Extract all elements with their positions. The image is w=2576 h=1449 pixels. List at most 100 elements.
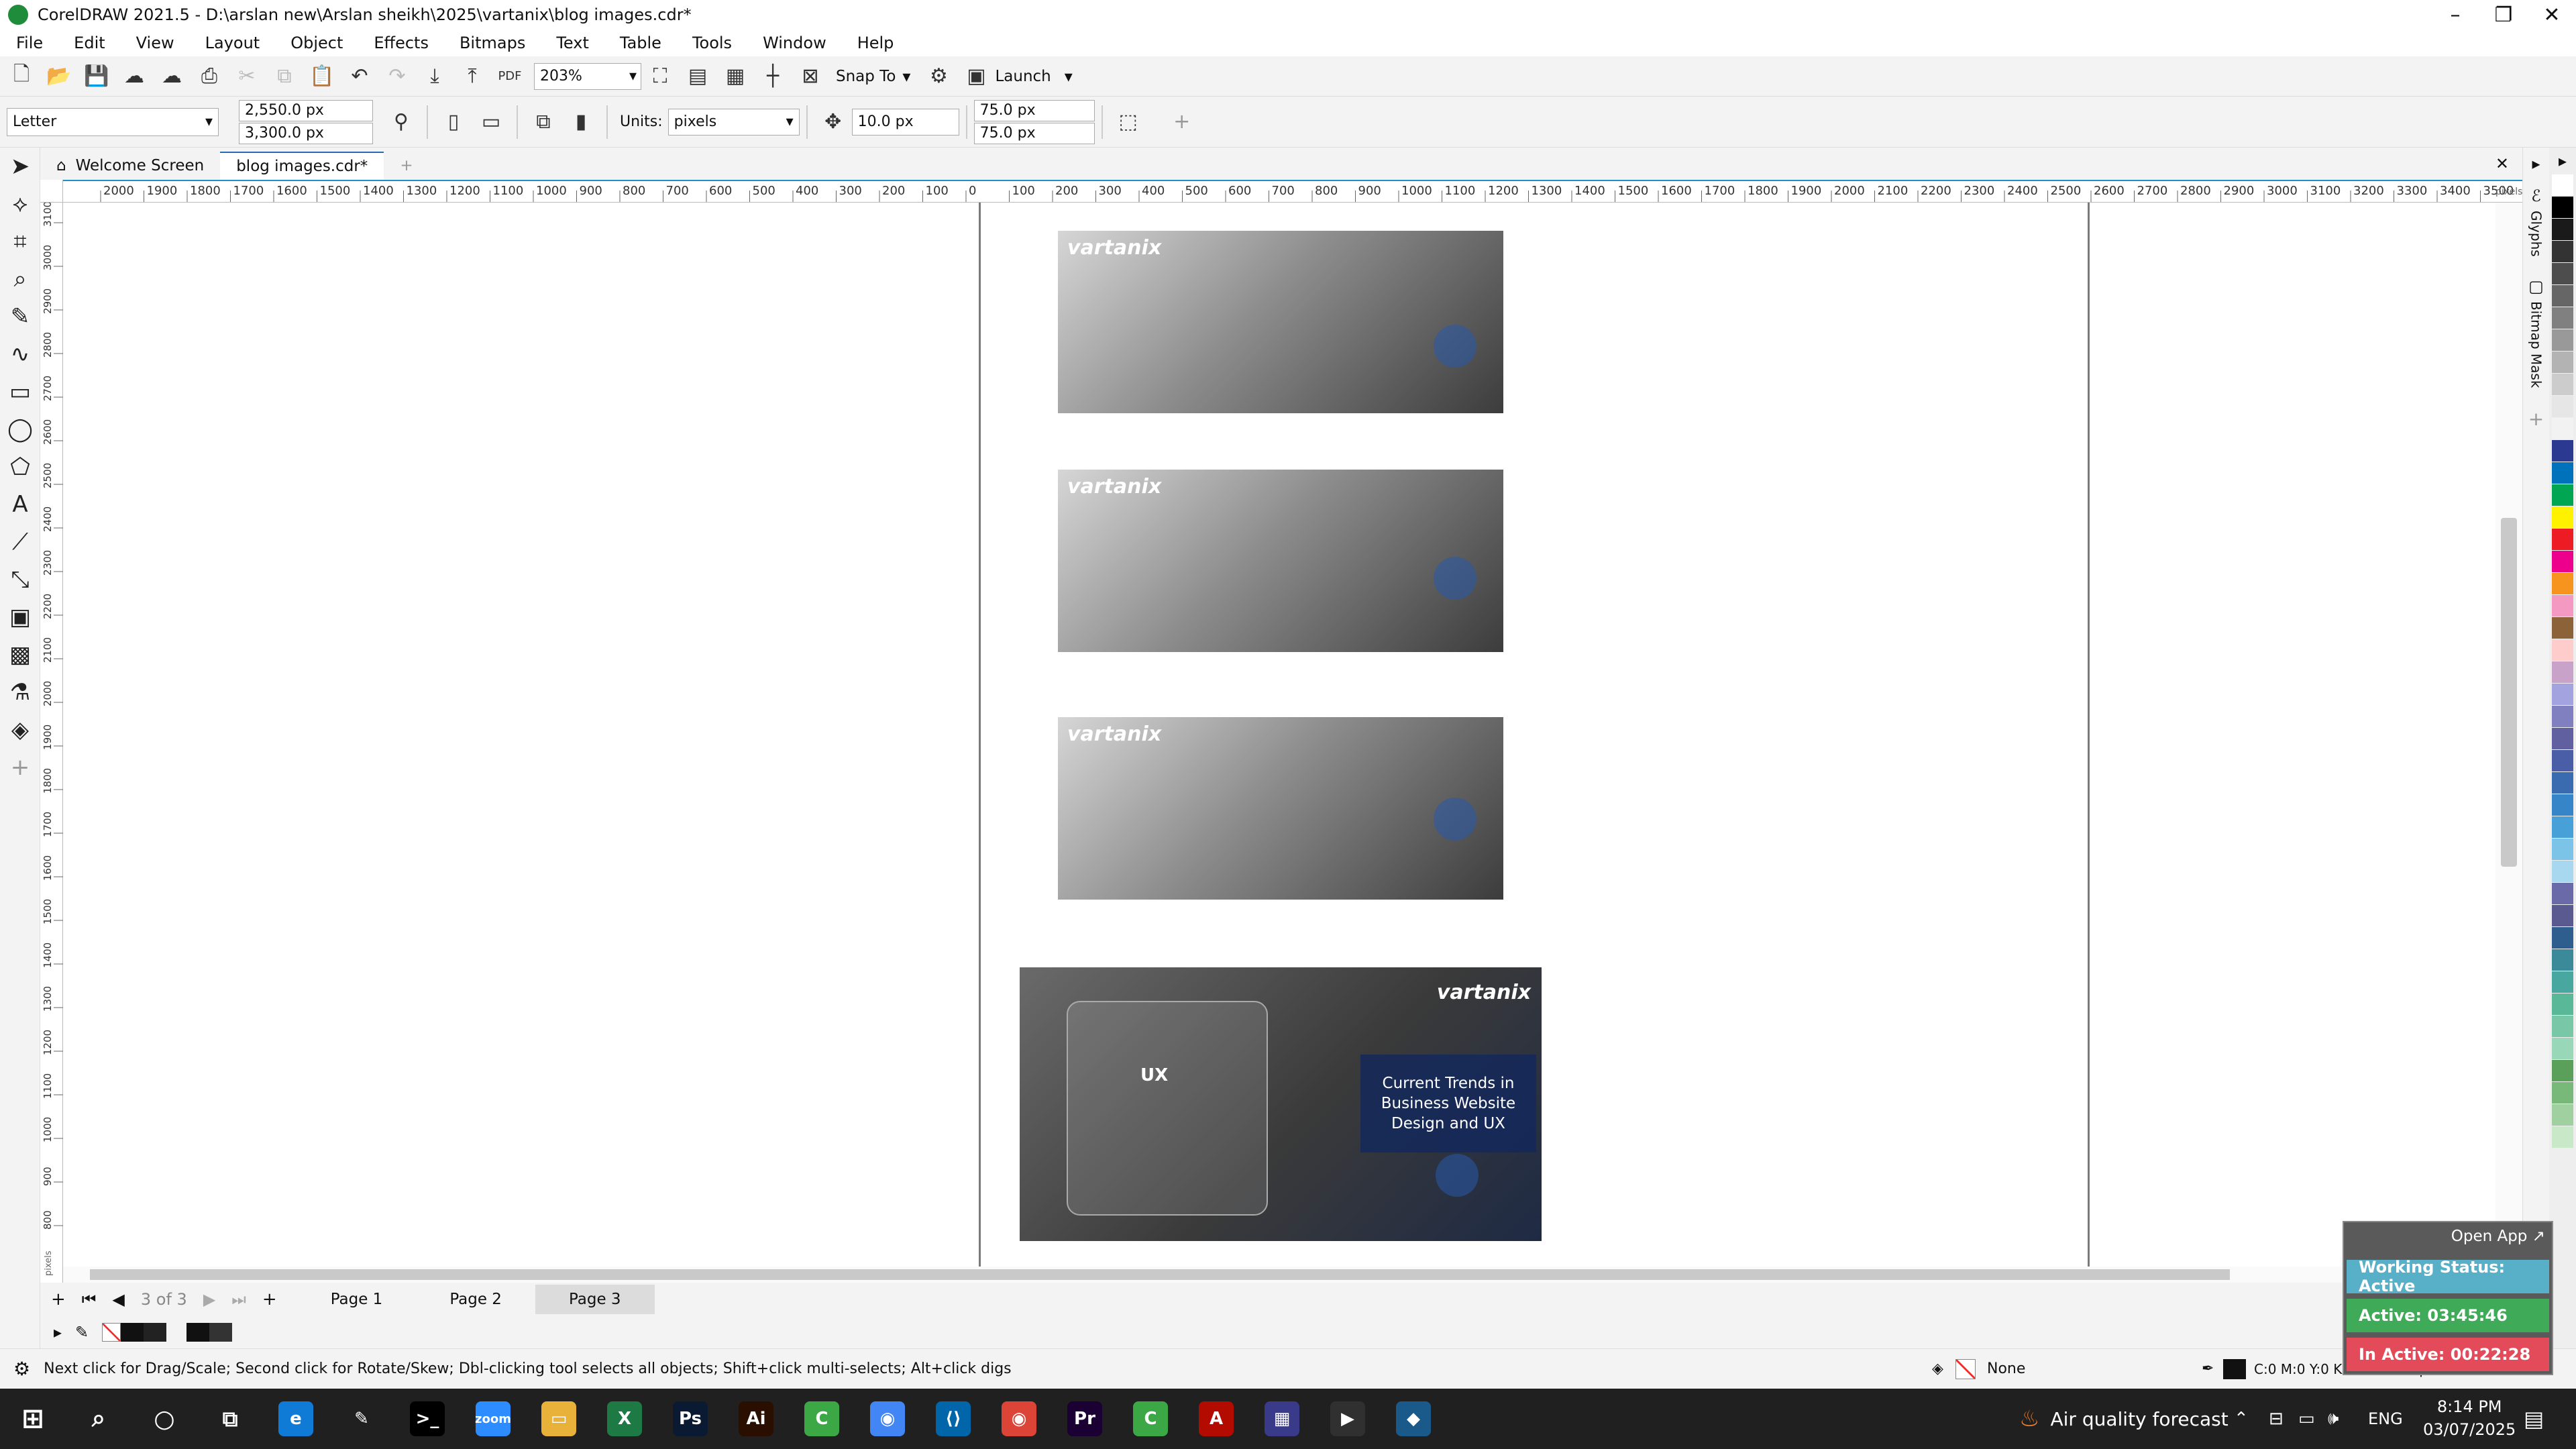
close-icon[interactable]: ✕ — [2528, 0, 2576, 30]
polygon-tool-icon[interactable]: ⬠ — [0, 448, 40, 486]
tray-overflow-icon[interactable]: ⌃ — [2234, 1409, 2249, 1429]
palette-swatch[interactable] — [2552, 1016, 2573, 1037]
snap-to-dropdown[interactable]: Snap To — [836, 68, 896, 85]
palette-swatch[interactable] — [2552, 529, 2573, 550]
horizontal-scrollbar[interactable] — [63, 1267, 2496, 1283]
palette-swatch[interactable] — [2552, 285, 2573, 307]
bitmap-mask-icon[interactable]: ▢ — [2523, 277, 2549, 296]
horizontal-scroll-thumb[interactable] — [90, 1269, 2230, 1280]
page-width-input[interactable]: 2,550.0 px — [239, 99, 373, 121]
open-app-link[interactable]: Open App ↗ — [2451, 1228, 2545, 1245]
taskbar-app-calculator[interactable]: ▦ — [1249, 1389, 1315, 1449]
palette-swatch[interactable] — [2552, 1060, 2573, 1081]
page-tab-2[interactable]: Page 2 — [416, 1285, 535, 1314]
palette-swatch[interactable] — [2552, 440, 2573, 462]
blog-image-4[interactable]: vartanix UX Current Trends in Business W… — [1020, 967, 1542, 1241]
zoom-level-input[interactable]: 203% ▾ — [534, 62, 641, 90]
cloud-download-icon[interactable]: ☁ — [157, 62, 186, 91]
volume-icon[interactable]: 🕪 — [2328, 1409, 2339, 1430]
ellipse-tool-icon[interactable]: ◯ — [0, 411, 40, 448]
taskbar-app-premiere[interactable]: Pr — [1052, 1389, 1118, 1449]
next-page-icon[interactable]: ▶ — [203, 1290, 215, 1309]
palette-swatch[interactable] — [2552, 197, 2573, 218]
palette-swatch[interactable] — [2552, 617, 2573, 639]
settings-gear-icon[interactable]: ⚙ — [13, 1358, 30, 1380]
tab-welcome-screen[interactable]: ⌂ Welcome Screen — [40, 152, 220, 180]
duplicate-y-input[interactable]: 75.0 px — [973, 122, 1095, 144]
open-icon[interactable]: 📂 — [44, 62, 74, 91]
vertical-scrollbar[interactable] — [2496, 203, 2522, 1283]
blog-image-2[interactable]: vartanix — [1058, 470, 1503, 652]
network-icon[interactable]: ▭ — [2298, 1409, 2315, 1429]
horizontal-ruler[interactable]: 2000 1900 1800 1700 1600 1500 1400 1300 1200 1100… — [40, 180, 2522, 203]
palette-swatch[interactable] — [2552, 241, 2573, 262]
menu-help[interactable]: Help — [841, 34, 909, 52]
fill-swatch[interactable] — [1955, 1358, 1976, 1379]
palette-up-icon[interactable]: ▸ — [2549, 148, 2576, 174]
taskbar-app-zoom[interactable]: zoom — [460, 1389, 526, 1449]
palette-swatch[interactable] — [2552, 949, 2573, 971]
taskbar-app-chrome-profile[interactable]: ◉ — [986, 1389, 1052, 1449]
paste-icon[interactable]: 📋 — [307, 62, 337, 91]
undo-icon[interactable]: ↶ — [345, 62, 374, 91]
menu-tools[interactable]: Tools — [676, 34, 747, 52]
dark-swatch[interactable] — [144, 1323, 167, 1342]
palette-swatch[interactable] — [2552, 1038, 2573, 1059]
cloud-upload-icon[interactable]: ☁ — [119, 62, 149, 91]
treat-as-filled-icon[interactable]: ⬚ — [1114, 107, 1143, 137]
menu-edit[interactable]: Edit — [58, 34, 119, 52]
transparency-icon[interactable]: ▩ — [0, 636, 40, 674]
add-page-before-icon[interactable]: + — [51, 1289, 66, 1309]
docker-tab-glyphs[interactable]: Glyphs — [2528, 211, 2544, 257]
add-docker-icon[interactable]: + — [2523, 408, 2549, 430]
palette-swatch[interactable] — [2552, 905, 2573, 926]
taskbar-app-edge[interactable]: e — [263, 1389, 329, 1449]
minimize-icon[interactable]: – — [2431, 0, 2479, 30]
palette-swatch[interactable] — [2552, 1126, 2573, 1148]
menu-window[interactable]: Window — [747, 34, 841, 52]
previous-page-icon[interactable]: ◀ — [112, 1290, 124, 1309]
menu-bitmaps[interactable]: Bitmaps — [443, 34, 540, 52]
menu-layout[interactable]: Layout — [189, 34, 275, 52]
menu-effects[interactable]: Effects — [358, 34, 443, 52]
menu-file[interactable]: File — [0, 34, 58, 52]
taskbar-app-excel[interactable]: X — [592, 1389, 657, 1449]
palette-swatch[interactable] — [2552, 639, 2573, 661]
task-view-button[interactable]: ⧉ — [197, 1389, 263, 1449]
options-gear-icon[interactable]: ⚙ — [924, 62, 953, 91]
new-document-icon[interactable]: 🗋 — [7, 62, 36, 91]
language-indicator[interactable]: ENG — [2368, 1409, 2403, 1428]
search-button[interactable]: ⌕ — [66, 1389, 131, 1449]
duplicate-x-input[interactable]: 75.0 px — [973, 99, 1095, 121]
weather-text[interactable]: Air quality forecast — [2050, 1408, 2228, 1430]
copy-icon[interactable]: ⧉ — [270, 62, 299, 91]
eyedropper-icon[interactable]: ⚗ — [0, 674, 40, 711]
taskbar-app-acrobat[interactable]: A — [1183, 1389, 1249, 1449]
fill-icon[interactable]: ◈ — [1932, 1360, 1943, 1377]
add-page-after-icon[interactable]: + — [262, 1289, 277, 1309]
cortana-button[interactable]: ○ — [131, 1389, 197, 1449]
palette-expand-icon[interactable]: ▸ — [54, 1323, 62, 1342]
pick-tool-icon[interactable]: ➤ — [0, 148, 40, 185]
taskbar-app-illustrator[interactable]: Ai — [723, 1389, 789, 1449]
palette-swatch[interactable] — [2552, 706, 2573, 727]
palette-swatch[interactable] — [2552, 750, 2573, 771]
palette-swatch[interactable] — [2552, 551, 2573, 572]
nudge-distance-input[interactable]: 10.0 px — [851, 108, 959, 136]
palette-swatch[interactable] — [2552, 484, 2573, 506]
menu-text[interactable]: Text — [540, 34, 604, 52]
import-icon[interactable]: ⤓ — [420, 62, 449, 91]
close-document-icon[interactable]: ✕ — [2496, 154, 2509, 173]
palette-swatch[interactable] — [2552, 506, 2573, 528]
vertical-ruler[interactable]: 3100 3000 2900 2800 2700 2600 2500 2400 2300 2200… — [40, 201, 63, 1283]
page-height-input[interactable]: 3,300.0 px — [239, 122, 373, 144]
taskbar-app-media-player[interactable]: ▶ — [1315, 1389, 1381, 1449]
taskbar-app-vs-code[interactable]: ⟨⟩ — [920, 1389, 986, 1449]
taskbar-app-coreldraw[interactable]: C — [789, 1389, 855, 1449]
notifications-icon[interactable]: ▤ — [2524, 1406, 2544, 1432]
blog-image-1[interactable]: vartanix — [1058, 231, 1503, 413]
palette-swatch[interactable] — [2552, 418, 2573, 439]
palette-swatch[interactable] — [2552, 772, 2573, 794]
landscape-icon[interactable]: ▭ — [476, 107, 506, 137]
outline-swatch[interactable] — [2223, 1358, 2246, 1379]
